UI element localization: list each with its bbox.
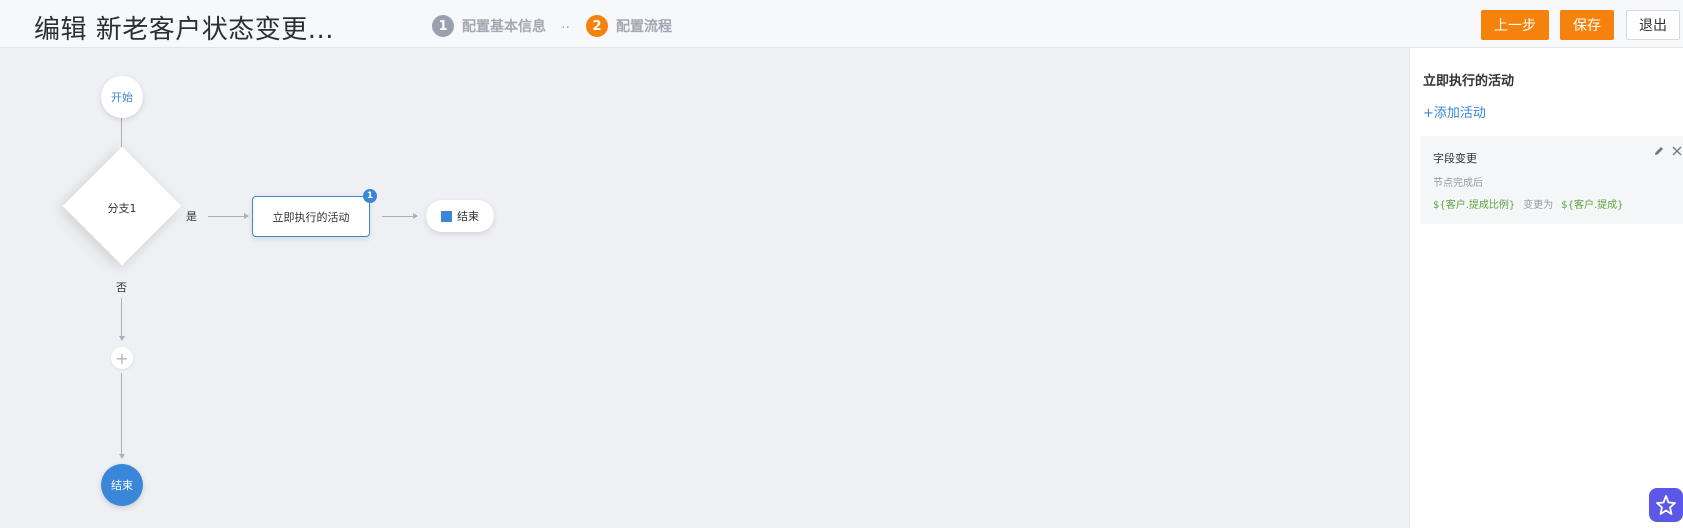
prev-step-button[interactable]: 上一步 — [1481, 10, 1549, 40]
page-title: 编辑 新老客户状态变更... — [34, 15, 335, 45]
stop-icon — [441, 210, 452, 222]
close-icon[interactable] — [1671, 145, 1683, 157]
activity-label: 立即执行的活动 — [272, 210, 350, 224]
assistant-float-button[interactable] — [1649, 488, 1683, 522]
panel-title: 立即执行的活动 — [1423, 74, 1515, 89]
end-node-yes[interactable]: 结束 — [426, 200, 494, 232]
field-change-expression: ${客户.提成比例} 变更为 ${客户.提成} — [1433, 196, 1624, 211]
activity-card[interactable]: 字段变更 节点完成后 ${客户.提成比例} 变更为 ${客户.提成} — [1421, 136, 1683, 224]
flow-canvas[interactable]: 开始 分支1 是 否 立即执行的活动 1 结束 + 结束 — [0, 48, 1408, 528]
branch-label: 分支1 — [107, 202, 137, 215]
branch-no-label: 否 — [116, 281, 127, 294]
step-config-flow[interactable]: 2 配置流程 — [586, 15, 672, 37]
source-field: ${客户.提成比例} — [1433, 200, 1516, 211]
connector-arrow — [119, 336, 125, 341]
activity-node[interactable]: 立即执行的活动 — [252, 196, 370, 237]
top-bar: 编辑 新老客户状态变更... 1 配置基本信息 .. 2 配置流程 上一步 保存… — [0, 0, 1683, 48]
add-node-button[interactable]: + — [111, 347, 133, 369]
end-label: 结束 — [457, 210, 479, 223]
assistant-icon — [1656, 495, 1676, 515]
step-label: 配置基本信息 — [462, 19, 546, 35]
save-button[interactable]: 保存 — [1560, 10, 1614, 40]
card-title: 字段变更 — [1433, 152, 1477, 165]
start-node[interactable]: 开始 — [101, 76, 143, 118]
connector-line — [382, 216, 415, 217]
activity-count-badge: 1 — [363, 189, 377, 203]
pencil-icon[interactable] — [1653, 145, 1665, 157]
add-activity-link[interactable]: +添加活动 — [1423, 102, 1486, 121]
connector-line — [121, 298, 122, 338]
end-node-no[interactable]: 结束 — [101, 464, 143, 506]
exit-button[interactable]: 退出 — [1626, 10, 1680, 40]
connector-line — [208, 216, 246, 217]
branch-yes-label: 是 — [186, 210, 197, 223]
connector-arrow — [244, 213, 249, 219]
connector-line — [121, 373, 122, 456]
step-basic-info[interactable]: 1 配置基本信息 — [432, 15, 546, 37]
activity-panel: 立即执行的活动 +添加活动 字段变更 节点完成后 ${客户.提成比例} 变更为 … — [1409, 48, 1683, 528]
step-number: 2 — [586, 15, 608, 37]
connector-arrow — [413, 213, 418, 219]
card-subtitle: 节点完成后 — [1433, 178, 1483, 189]
operator-label: 变更为 — [1523, 200, 1554, 211]
step-number: 1 — [432, 15, 454, 37]
target-field: ${客户.提成} — [1561, 200, 1624, 211]
step-separator: .. — [561, 16, 570, 32]
step-label: 配置流程 — [616, 19, 672, 35]
connector-arrow — [119, 454, 125, 459]
